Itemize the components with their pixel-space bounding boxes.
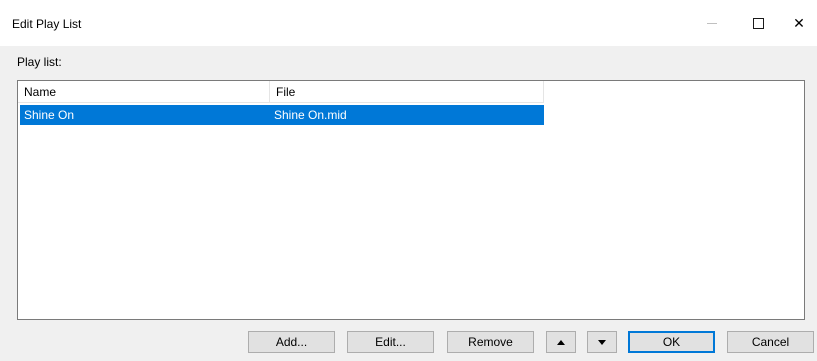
listview-header: Name File [18, 81, 544, 103]
list-item-name: Shine On [24, 108, 75, 122]
cancel-button[interactable]: Cancel [727, 331, 814, 353]
maximize-icon [752, 17, 764, 29]
title-bar: Edit Play List ✕ [0, 0, 817, 46]
add-button[interactable]: Add... [248, 331, 335, 353]
close-button[interactable]: ✕ [781, 0, 817, 46]
window-title: Edit Play List [12, 17, 82, 31]
arrow-down-icon [598, 339, 606, 345]
minimize-icon [707, 22, 717, 24]
edit-button[interactable]: Edit... [347, 331, 434, 353]
move-down-button[interactable] [587, 331, 617, 353]
list-item[interactable]: Shine On Shine On.mid [20, 105, 544, 125]
move-up-button[interactable] [546, 331, 576, 353]
playlist-label: Play list: [17, 55, 62, 69]
column-header-file[interactable]: File [270, 81, 544, 103]
list-item-file: Shine On.mid [274, 108, 347, 122]
arrow-up-icon [557, 339, 565, 345]
column-header-name[interactable]: Name [18, 81, 270, 103]
close-icon: ✕ [793, 14, 805, 31]
minimize-button[interactable] [689, 0, 735, 46]
ok-button[interactable]: OK [628, 331, 715, 353]
maximize-button[interactable] [735, 0, 781, 46]
remove-button[interactable]: Remove [447, 331, 534, 353]
playlist-listview[interactable]: Name File Shine On Shine On.mid [17, 80, 805, 320]
